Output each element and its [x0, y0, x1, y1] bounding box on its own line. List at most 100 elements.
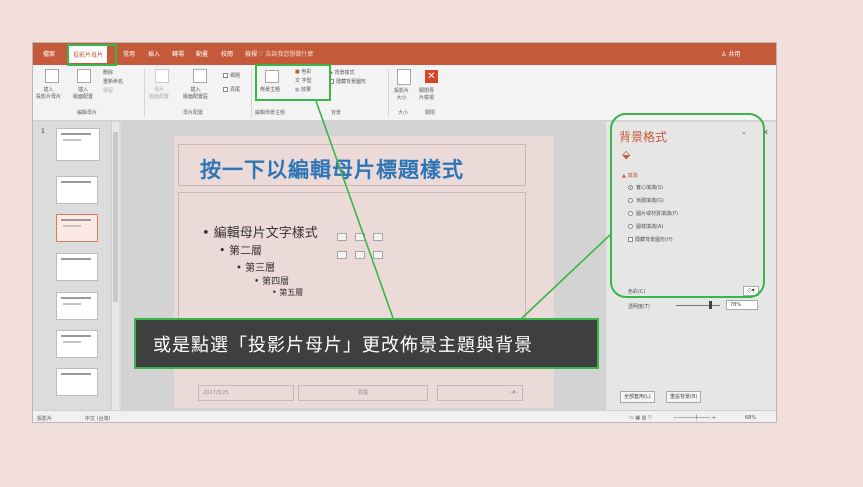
- lightbulb-icon: ♡: [258, 51, 264, 58]
- slide-title[interactable]: 按一下以編輯母片標題樣式: [200, 154, 464, 184]
- footer-placeholder[interactable]: 頁尾: [298, 385, 428, 401]
- date-placeholder[interactable]: 2017/3/25: [198, 385, 294, 401]
- rename-button[interactable]: 重新命名: [103, 79, 123, 86]
- insert-placeholder-label: 插入 版面配置區: [183, 87, 209, 100]
- slide-master-tab-highlight: [67, 44, 117, 66]
- preserve-button[interactable]: 保留: [103, 88, 113, 95]
- thumb-line: [63, 225, 81, 227]
- group-size-label: 大小: [398, 110, 409, 116]
- layout-thumbnail[interactable]: [56, 292, 98, 320]
- slide-number: 1: [41, 128, 45, 135]
- transparency-label: 透明度(T): [628, 304, 650, 310]
- layout-thumbnail-selected[interactable]: [56, 214, 98, 242]
- tab-animations[interactable]: 動畫: [196, 49, 208, 58]
- table-icon[interactable]: [337, 233, 347, 241]
- thumb-line: [63, 139, 81, 141]
- tab-transitions[interactable]: 轉場: [172, 49, 184, 58]
- divider: [388, 69, 389, 117]
- text-level-3: • 第三層: [236, 263, 276, 274]
- transparency-input[interactable]: 78%: [726, 300, 758, 310]
- layout-thumbnail[interactable]: [56, 368, 98, 396]
- close-icon[interactable]: ✕: [425, 70, 438, 83]
- group-background-label: 背景: [331, 110, 342, 116]
- master-layout-icon[interactable]: [155, 69, 169, 83]
- transparency-slider[interactable]: [676, 305, 720, 306]
- title-checkbox[interactable]: 標題: [223, 73, 240, 80]
- text-level-5: • 第五層: [272, 288, 304, 297]
- slide-number-placeholder[interactable]: ‹#›: [437, 385, 523, 401]
- picture-icon[interactable]: [337, 251, 347, 259]
- view-indicator: 投影片: [37, 416, 53, 422]
- group-close-label: 關閉: [425, 110, 436, 116]
- menu-bar: 檔案 投影片母片 常用 插入 轉場 動畫 校閱 檢視 ♡ 告訴我您想做什麼 ♙ …: [33, 43, 776, 65]
- close-master-view-label: 關閉母 片檢視: [419, 88, 435, 101]
- hide-background-checkbox[interactable]: 隱藏背景圖形: [329, 79, 366, 86]
- view-buttons[interactable]: ▭ ▦ ▥ ▽: [629, 415, 652, 421]
- text-level-2: • 第二層: [219, 244, 262, 257]
- checkbox-icon: [223, 73, 228, 78]
- hide-background-label: 隱藏背景圖形: [336, 79, 367, 85]
- title-checkbox-label: 標題: [230, 73, 241, 79]
- annotation-callout: 或是點選「投影片母片」更改佈景主題與背景: [134, 318, 599, 369]
- thumb-line: [61, 373, 91, 375]
- divider: [251, 69, 252, 117]
- slide-size-label: 投影片 大小: [394, 88, 410, 101]
- smartart-icon[interactable]: [373, 233, 383, 241]
- tell-me-search[interactable]: ♡ 告訴我您想做什麼: [258, 49, 313, 58]
- master-thumbnail[interactable]: [56, 128, 100, 161]
- group-edit-theme-label: 編輯佈景主題: [255, 110, 286, 116]
- person-icon: ♙: [721, 51, 727, 58]
- insert-slide-master-icon[interactable]: [45, 69, 59, 83]
- layout-thumbnail[interactable]: [56, 253, 98, 281]
- layout-thumbnail[interactable]: [56, 330, 98, 358]
- language-indicator[interactable]: 中文 (台灣): [85, 415, 111, 422]
- insert-placeholder-icon[interactable]: [193, 69, 207, 83]
- transparency-slider-handle[interactable]: [709, 301, 713, 309]
- insert-layout-icon[interactable]: [77, 69, 91, 83]
- thumb-line: [61, 219, 91, 221]
- insert-layout-label: 插入 版面配置: [73, 87, 94, 100]
- master-layout-label: 母片 版面配置: [149, 87, 170, 100]
- background-styles-button[interactable]: ◈ 背景樣式: [329, 70, 354, 77]
- thumb-line: [61, 258, 91, 260]
- slide-size-icon[interactable]: [397, 69, 411, 85]
- share-label: 共用: [728, 51, 741, 58]
- share-button[interactable]: ♙ 共用: [721, 49, 740, 58]
- zoom-slider[interactable]: −──────┼──── +: [673, 415, 716, 421]
- format-background-highlight: [610, 113, 765, 298]
- tab-insert[interactable]: 插入: [148, 49, 160, 58]
- footer-checkbox-label: 頁尾: [230, 87, 241, 93]
- tab-review[interactable]: 校閱: [221, 49, 233, 58]
- delete-button[interactable]: 刪除: [103, 70, 113, 77]
- status-bar: 投影片 中文 (台灣) ▭ ▦ ▥ ▽ −──────┼──── + 68%: [33, 410, 776, 422]
- group-master-layout-label: 母片配置: [183, 110, 204, 116]
- zoom-level[interactable]: 68%: [745, 415, 756, 421]
- thumb-line: [61, 133, 91, 135]
- slide-thumbnail-pane: 1: [33, 122, 121, 410]
- apply-to-all-button[interactable]: 全部套用(L): [620, 391, 655, 403]
- footer-checkbox[interactable]: 頁尾: [223, 87, 240, 94]
- divider: [144, 69, 145, 117]
- video-icon[interactable]: [373, 251, 383, 259]
- thumb-line: [61, 335, 91, 337]
- reset-background-button[interactable]: 重設背景(B): [666, 391, 702, 403]
- insert-slide-master-label: 插入 投影片母片: [36, 87, 62, 100]
- text-level-4: • 第四層: [254, 277, 290, 287]
- tab-file[interactable]: 檔案: [43, 49, 55, 58]
- text-level-1: • 編輯母片文字樣式: [202, 226, 318, 241]
- chart-icon[interactable]: [355, 233, 365, 241]
- tab-view[interactable]: 檢視: [245, 49, 257, 58]
- thumb-line: [61, 297, 91, 299]
- thumb-line: [63, 303, 81, 305]
- thumb-line: [61, 181, 91, 183]
- theme-group-highlight: [255, 64, 331, 101]
- thumbnail-scrollbar[interactable]: [111, 122, 119, 410]
- layout-thumbnail[interactable]: [56, 176, 98, 204]
- tell-me-text: 告訴我您想做什麼: [265, 51, 314, 58]
- scrollbar-thumb[interactable]: [113, 132, 118, 302]
- tab-home[interactable]: 常用: [123, 49, 135, 58]
- thumb-line: [63, 341, 81, 343]
- background-styles-label: 背景樣式: [334, 70, 355, 76]
- online-picture-icon[interactable]: [355, 251, 365, 259]
- checkbox-icon: [223, 87, 228, 92]
